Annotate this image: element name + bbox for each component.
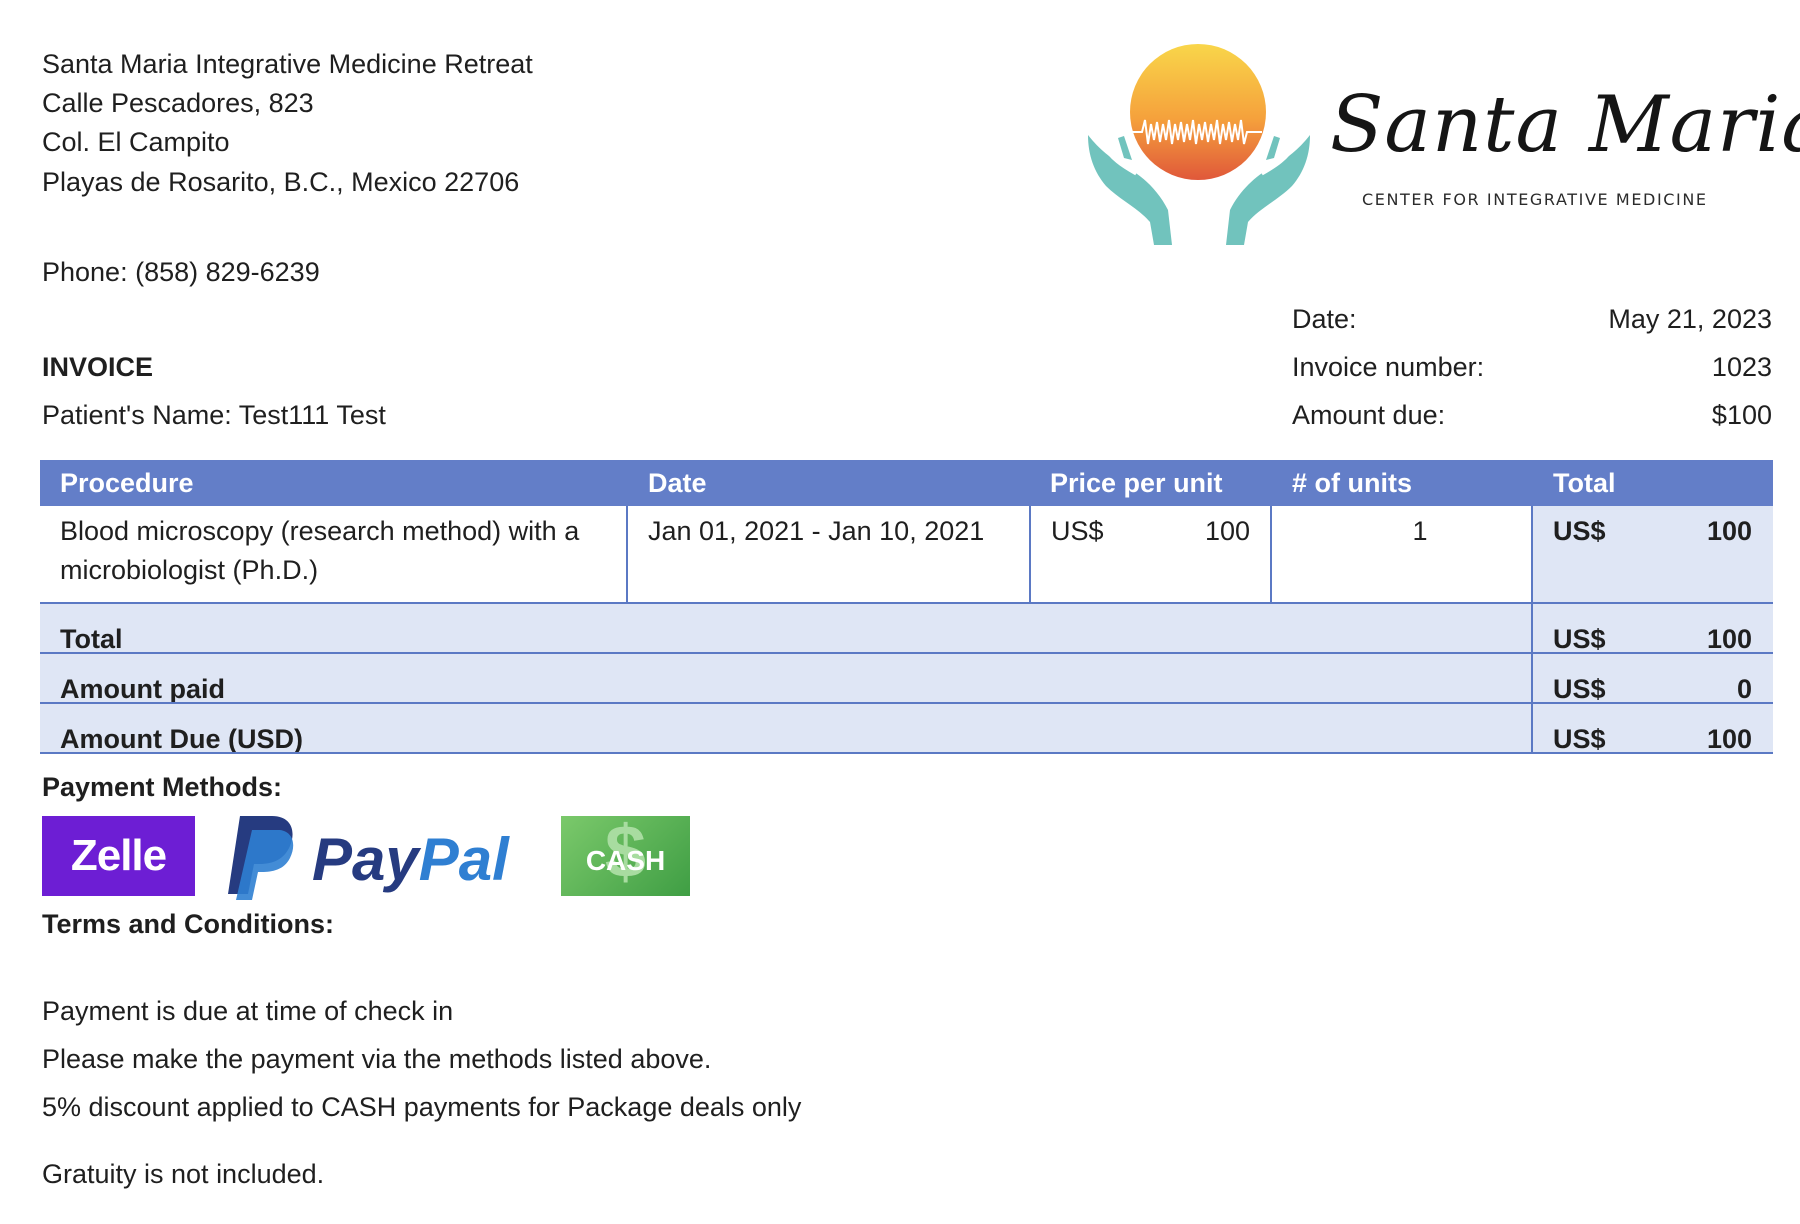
col-divider [1270,506,1272,603]
table-header: Procedure Date Price per unit # of units… [40,460,1773,506]
item-date: Jan 01, 2021 - Jan 10, 2021 [648,516,985,546]
col-divider [626,506,628,603]
cash-logo-text: CASH [585,845,666,876]
procedure-line-1: Blood microscopy (research method) with … [60,516,580,546]
terms-line-1: Payment is due at time of check in [42,996,454,1026]
row-divider [40,752,1773,754]
payment-methods-heading: Payment Methods: [42,772,283,802]
patient-name: Patient's Name: Test111 Test [42,400,386,430]
clinic-city: Playas de Rosarito, B.C., Mexico 22706 [42,167,520,197]
header-date: Date [648,468,707,498]
invoice-title: INVOICE [42,352,154,382]
units-value: 1 [1412,516,1428,546]
paypal-logo: PayPal [222,810,532,906]
col-divider [1531,506,1533,753]
terms-line-2: Please make the payment via the methods … [42,1044,712,1074]
zelle-logo-text: Zelle [70,831,167,880]
price-currency: US$ [1051,516,1104,546]
procedure-line-2: microbiologist (Ph.D.) [60,555,319,585]
header-units: # of units [1292,468,1412,498]
row-divider [40,702,1773,704]
paypal-p-icon [228,816,294,900]
logo-script-name: Santa Maria [1330,80,1800,170]
date-value: May 21, 2023 [1608,304,1772,334]
amount-due-label: Amount due: [1292,400,1446,430]
price-amount: 100 [1204,516,1250,546]
invoice-number-value: 1023 [1711,352,1772,382]
header-total: Total [1553,468,1616,498]
invoice-number-label: Invoice number: [1292,352,1485,382]
terms-line-3: 5% discount applied to CASH payments for… [42,1092,802,1122]
logo-subtitle: CENTER FOR INTEGRATIVE MEDICINE [1362,190,1708,209]
row-divider [40,652,1773,654]
amount-due-value: $100 [1711,400,1772,430]
clinic-colony: Col. El Campito [42,127,230,157]
zelle-logo: Zelle [42,816,195,896]
terms-heading: Terms and Conditions: [42,909,335,939]
item-total-currency: US$ [1553,516,1606,546]
clinic-name: Santa Maria Integrative Medicine Retreat [42,49,533,79]
paypal-wordmark: PayPal [312,828,509,892]
header-price: Price per unit [1050,468,1223,498]
row-divider [40,602,1773,604]
terms-line-4: Gratuity is not included. [42,1159,325,1189]
clinic-logo: Santa Maria CENTER FOR INTEGRATIVE MEDIC… [1080,40,1800,250]
clinic-phone: Phone: (858) 829-6239 [42,257,320,287]
invoice-page: Santa Maria Integrative Medicine Retreat… [0,0,1800,1224]
item-total-amount: 100 [1706,516,1752,546]
cash-logo: $ CASH [561,812,690,896]
sun-hands-icon [1088,44,1310,245]
header-procedure: Procedure [60,468,194,498]
paypal-pay-text: Pay [312,826,419,893]
col-divider [1029,506,1031,603]
paypal-pal-text: Pal [418,826,509,893]
clinic-street: Calle Pescadores, 823 [42,88,314,118]
date-label: Date: [1292,304,1357,334]
